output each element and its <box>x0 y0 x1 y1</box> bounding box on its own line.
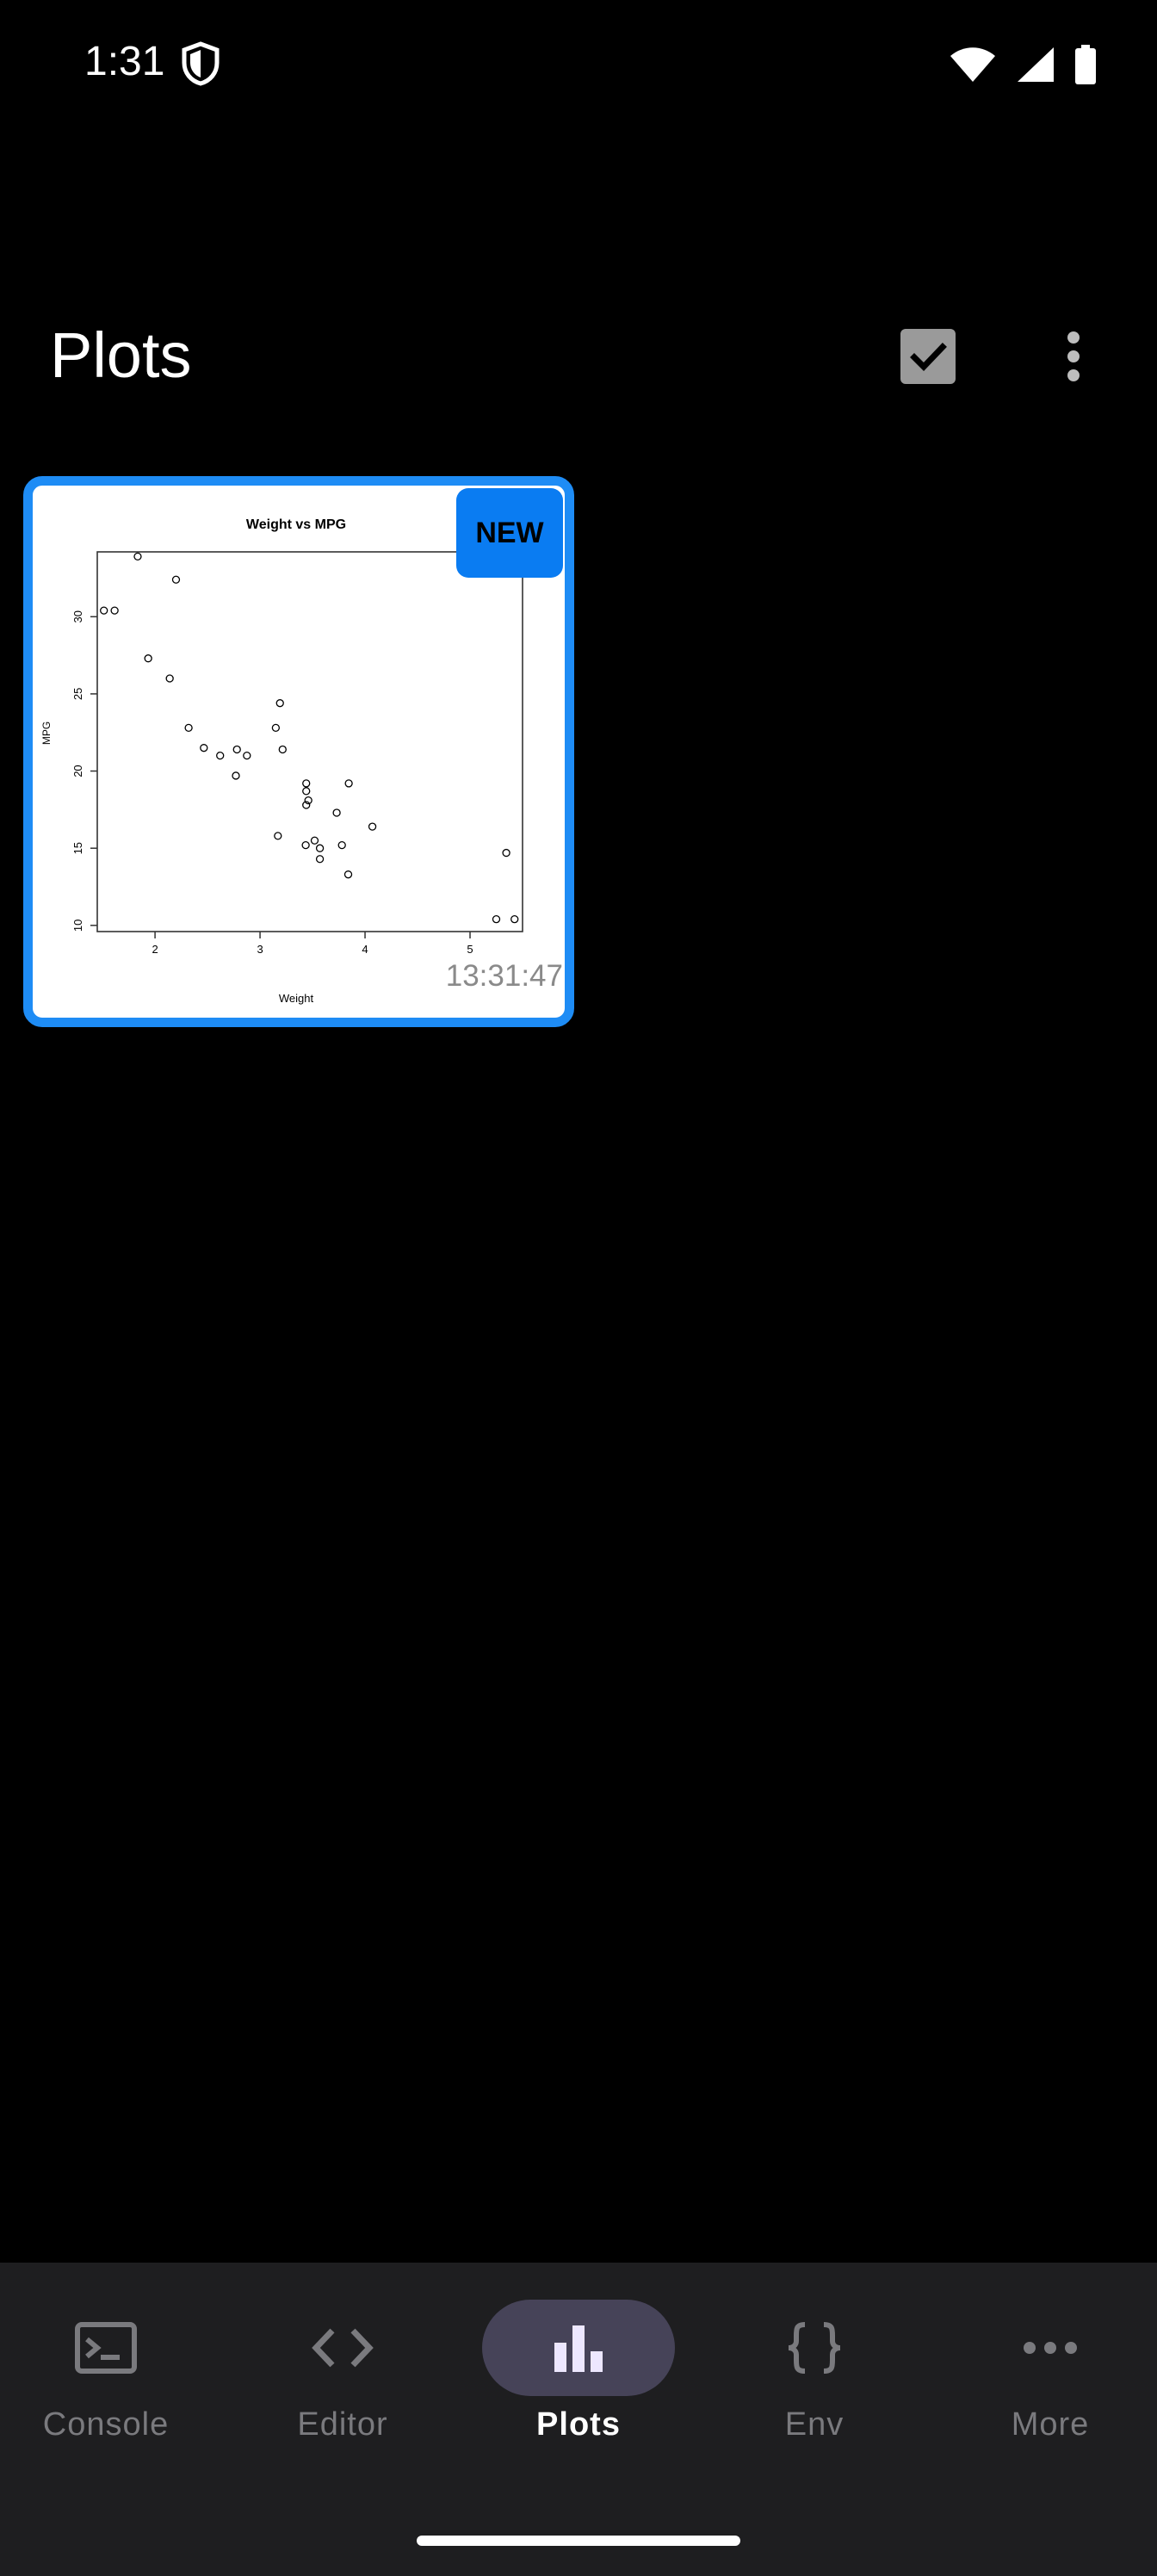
nav-label-plots: Plots <box>536 2406 621 2443</box>
data-point <box>343 870 353 879</box>
data-point <box>344 779 353 788</box>
page-title: Plots <box>50 319 192 391</box>
data-point <box>315 855 325 864</box>
signal-icon <box>1018 47 1054 82</box>
bottom-navigation: Console Editor Plots Env More <box>0 2263 1157 2576</box>
wifi-icon <box>950 47 995 82</box>
data-point <box>274 832 282 840</box>
data-point <box>301 840 310 850</box>
data-point <box>275 699 284 708</box>
plot-timestamp: 13:31:47 <box>445 959 563 993</box>
data-point <box>184 723 193 733</box>
data-point <box>302 787 311 796</box>
more-options-button[interactable] <box>1049 329 1098 384</box>
checkbox-icon <box>910 343 947 372</box>
data-point <box>510 915 519 924</box>
new-badge-label: NEW <box>475 516 544 549</box>
nav-icon-container <box>718 2300 911 2396</box>
status-icons <box>949 45 1097 84</box>
nav-label-env: Env <box>784 2406 845 2443</box>
data-point <box>315 844 325 852</box>
nav-item-console[interactable]: Console <box>3 2300 209 2472</box>
data-point <box>232 745 241 754</box>
plot-card[interactable]: Weight vs MPG Weight MPG 2 3 4 5 10 15 20 25 30 NEW… <box>23 476 574 1027</box>
data-point <box>278 745 287 754</box>
data-point <box>492 915 501 924</box>
status-bar: 1:31 <box>0 0 1157 129</box>
nav-icon-container <box>9 2300 202 2396</box>
y-axis-label: MPG <box>40 721 53 745</box>
braces-icon <box>788 2322 841 2374</box>
nav-icon-container <box>954 2300 1147 2396</box>
more-vert-icon <box>1067 331 1080 381</box>
nav-item-more[interactable]: More <box>947 2300 1154 2472</box>
battery-icon <box>1075 45 1096 84</box>
code-icon <box>312 2328 374 2368</box>
nav-item-plots[interactable]: Plots <box>475 2300 682 2472</box>
y-tick-label: 25 <box>71 688 84 700</box>
data-point <box>502 848 510 858</box>
chart-title: Weight vs MPG <box>246 517 346 532</box>
nav-label-console: Console <box>42 2406 170 2443</box>
data-point <box>337 840 346 850</box>
data-point <box>110 606 119 615</box>
terminal-icon <box>75 2322 137 2374</box>
data-point <box>310 836 319 845</box>
nav-item-editor[interactable]: Editor <box>239 2300 446 2472</box>
home-indicator[interactable] <box>417 2536 740 2546</box>
new-badge: NEW <box>456 488 563 578</box>
nav-icon-container <box>246 2300 439 2396</box>
y-tick-label: 30 <box>71 610 84 622</box>
top-app-bar: Plots <box>0 310 1157 405</box>
x-tick-label: 2 <box>152 943 158 956</box>
y-tick-label: 15 <box>71 842 84 854</box>
data-point <box>332 808 341 817</box>
nav-label-more: More <box>1011 2406 1090 2443</box>
y-tick-label: 10 <box>71 920 84 932</box>
bar-chart-icon <box>554 2325 603 2372</box>
x-tick-label: 4 <box>362 943 368 956</box>
y-tick-label: 20 <box>71 765 84 777</box>
data-point <box>165 674 174 683</box>
data-point <box>100 606 108 615</box>
data-point <box>368 822 377 831</box>
data-point <box>243 751 251 760</box>
nav-label-editor: Editor <box>297 2406 388 2443</box>
plot-frame <box>96 551 523 932</box>
status-time: 1:31 <box>84 39 165 84</box>
x-tick-label: 3 <box>257 943 263 956</box>
nav-icon-container-active <box>482 2300 675 2396</box>
data-point <box>144 654 152 663</box>
select-all-button[interactable] <box>900 329 956 384</box>
data-point <box>232 771 240 780</box>
data-point <box>271 723 281 733</box>
data-point <box>216 751 225 760</box>
data-point <box>302 779 311 788</box>
x-tick-label: 5 <box>467 943 473 956</box>
data-point <box>171 575 181 584</box>
shield-icon <box>182 41 220 86</box>
nav-item-env[interactable]: Env <box>711 2300 918 2472</box>
x-axis-label: Weight <box>279 992 314 1005</box>
more-horiz-icon <box>1024 2342 1077 2354</box>
data-point <box>200 744 208 752</box>
data-point <box>133 552 142 561</box>
